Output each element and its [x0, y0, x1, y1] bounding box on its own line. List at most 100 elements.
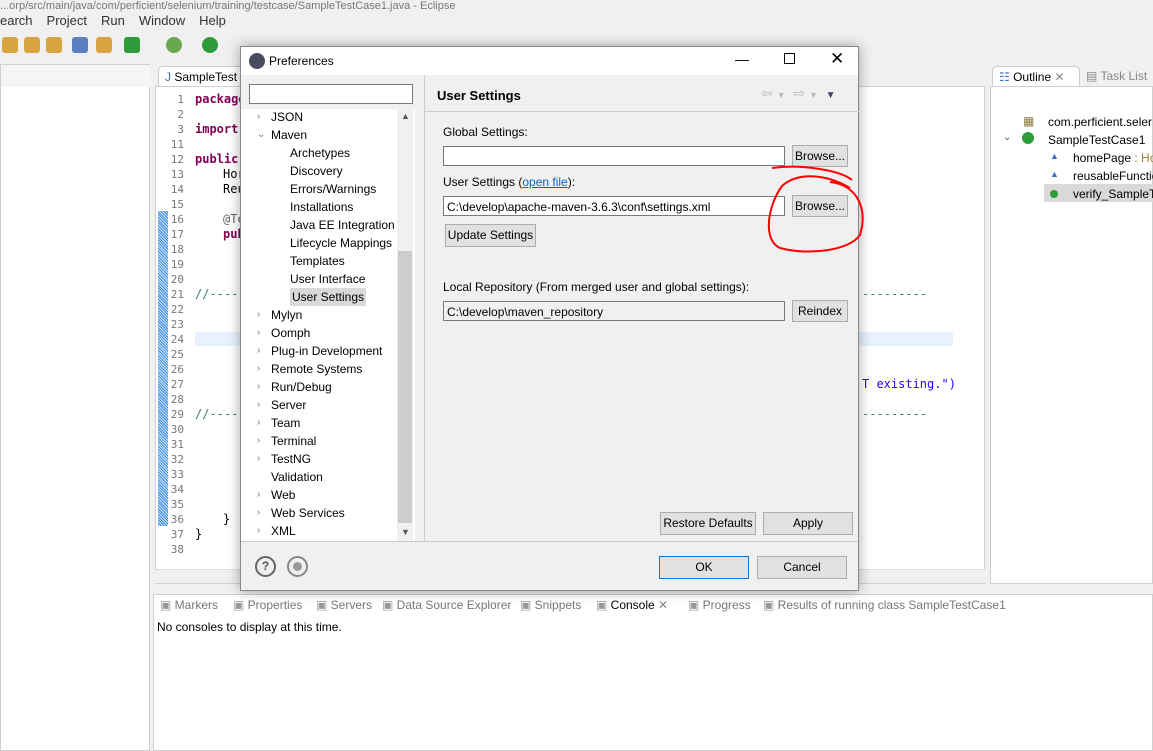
close-icon[interactable]: ✕	[658, 598, 668, 612]
update-settings-button[interactable]: Update Settings	[445, 224, 536, 247]
tree-item-label: User Settings	[290, 288, 367, 306]
tree-item-terminal[interactable]: › Terminal	[241, 432, 401, 450]
menu-project[interactable]: Project	[47, 13, 87, 30]
tree-item-templates[interactable]: Templates	[241, 252, 401, 270]
tree-item-web-services[interactable]: › Web Services	[241, 504, 401, 522]
tab-task-list[interactable]: ▤ Task List	[1086, 69, 1147, 83]
drop-frame-icon[interactable]	[72, 37, 88, 53]
tree-item-oomph[interactable]: › Oomph	[241, 324, 401, 342]
cancel-button[interactable]: Cancel	[757, 556, 847, 579]
tab-properties[interactable]: ▣ Properties	[233, 598, 302, 612]
filter-input[interactable]	[249, 84, 413, 104]
outline-item-homepage[interactable]: homePage : Ho	[1073, 151, 1153, 165]
chevron-right-icon[interactable]: ›	[257, 504, 260, 522]
restore-defaults-button[interactable]: Restore Defaults	[660, 512, 756, 535]
tree-item-team[interactable]: › Team	[241, 414, 401, 432]
chevron-down-icon[interactable]: ⌄	[257, 126, 265, 144]
tree-item-xml[interactable]: › XML	[241, 522, 401, 540]
chevron-right-icon[interactable]: ›	[257, 109, 260, 126]
code-public[interactable]: public	[195, 152, 238, 166]
step-over-icon[interactable]	[24, 37, 40, 53]
outline-item-verify[interactable]: verify_SampleT	[1073, 187, 1153, 201]
debug-icon[interactable]	[166, 37, 182, 53]
tab-outline[interactable]: ☷ Outline ✕	[992, 66, 1080, 86]
chevron-right-icon[interactable]: ›	[257, 396, 260, 414]
tree-item-maven[interactable]: ⌄ Maven	[241, 126, 401, 144]
chevron-down-icon[interactable]: ⌄	[1003, 132, 1011, 143]
ok-button[interactable]: OK	[659, 556, 749, 579]
tab-servers[interactable]: ▣ Servers	[316, 598, 372, 612]
chevron-right-icon[interactable]: ›	[257, 432, 260, 450]
tree-item-errors-warnings[interactable]: Errors/Warnings	[241, 180, 401, 198]
tree-item-installations[interactable]: Installations	[241, 198, 401, 216]
tree-item-json[interactable]: › JSON	[241, 109, 401, 126]
tree-item-java-ee-integration[interactable]: Java EE Integration	[241, 216, 401, 234]
tab-sampletest[interactable]: J SampleTest	[158, 66, 248, 86]
open-file-link[interactable]: open file	[522, 175, 567, 189]
scrollbar-thumb[interactable]	[398, 251, 412, 523]
code-package[interactable]: package	[195, 92, 246, 106]
step-return-icon[interactable]	[46, 37, 62, 53]
reindex-button[interactable]: Reindex	[792, 300, 848, 322]
tree-item-discovery[interactable]: Discovery	[241, 162, 401, 180]
tree-item-user-interface[interactable]: User Interface	[241, 270, 401, 288]
tree-item-testng[interactable]: › TestNG	[241, 450, 401, 468]
user-settings-input[interactable]: C:\develop\apache-maven-3.6.3\conf\setti…	[443, 196, 785, 216]
chevron-right-icon[interactable]: ›	[257, 342, 260, 360]
tab-markers[interactable]: ▣ Markers	[160, 598, 218, 612]
maximize-button[interactable]	[784, 53, 795, 64]
menu-earch[interactable]: earch	[0, 13, 33, 30]
code-comment-21[interactable]: //-----	[195, 287, 246, 301]
tree-item-remote-systems[interactable]: › Remote Systems	[241, 360, 401, 378]
coverage-icon[interactable]	[124, 37, 140, 53]
chevron-right-icon[interactable]: ›	[257, 378, 260, 396]
tree-item-plug-in-development[interactable]: › Plug-in Development	[241, 342, 401, 360]
divider	[241, 541, 858, 542]
help-icon[interactable]: ?	[255, 556, 276, 577]
chevron-right-icon[interactable]: ›	[257, 306, 260, 324]
outline-item-class[interactable]: SampleTestCase1	[1048, 133, 1145, 147]
tree-item-web[interactable]: › Web	[241, 486, 401, 504]
chevron-right-icon[interactable]: ›	[257, 414, 260, 432]
outline-item-package[interactable]: com.perficient.seler	[1048, 115, 1152, 129]
tab-progress[interactable]: ▣ Progress	[688, 598, 751, 612]
tree-item-run-debug[interactable]: › Run/Debug	[241, 378, 401, 396]
apply-button[interactable]: Apply	[763, 512, 853, 535]
chevron-right-icon[interactable]: ›	[257, 486, 260, 504]
step-icon[interactable]	[2, 37, 18, 53]
close-icon[interactable]: ✕	[1054, 70, 1064, 84]
code-comment-29[interactable]: //-----	[195, 407, 246, 421]
tab-results-of-running-class-sampl[interactable]: ▣ Results of running class SampleTestCas…	[763, 598, 1006, 612]
tree-item-archetypes[interactable]: Archetypes	[241, 144, 401, 162]
code-string[interactable]: T existing.")	[862, 377, 956, 391]
global-settings-input[interactable]	[443, 146, 785, 166]
tree-item-server[interactable]: › Server	[241, 396, 401, 414]
minimize-button[interactable]: —	[735, 51, 749, 67]
history-nav[interactable]: ⇦ ▼ ⇨ ▼ ▼	[761, 85, 836, 102]
code-brace-36[interactable]: }	[223, 512, 230, 526]
tree-item-mylyn[interactable]: › Mylyn	[241, 306, 401, 324]
chevron-right-icon[interactable]: ›	[257, 450, 260, 468]
chevron-right-icon[interactable]: ›	[257, 324, 260, 342]
tree-item-validation[interactable]: Validation	[241, 468, 401, 486]
tree-scrollbar[interactable]: ▲ ▼	[397, 109, 413, 541]
tab-data-source-explorer[interactable]: ▣ Data Source Explorer	[382, 598, 511, 612]
tab-console[interactable]: ▣ Console ✕	[596, 598, 668, 612]
menu-window[interactable]: Window	[139, 13, 185, 30]
chevron-right-icon[interactable]: ›	[257, 360, 260, 378]
menu-run[interactable]: Run	[101, 13, 125, 30]
tab-snippets[interactable]: ▣ Snippets	[520, 598, 581, 612]
chevron-right-icon[interactable]: ›	[257, 522, 260, 540]
import-export-icon[interactable]	[287, 556, 308, 577]
sash[interactable]	[424, 75, 425, 541]
tree-item-label: XML	[271, 524, 296, 538]
close-button[interactable]: ✕	[830, 49, 844, 69]
code-import[interactable]: import	[195, 122, 238, 136]
run-icon[interactable]	[202, 37, 218, 53]
menu-help[interactable]: Help	[199, 13, 226, 30]
outline-item-reusable[interactable]: reusableFunctio	[1073, 169, 1153, 183]
use-step-filters-icon[interactable]	[96, 37, 112, 53]
code-brace-37[interactable]: }	[195, 527, 202, 541]
tree-item-lifecycle-mappings[interactable]: Lifecycle Mappings	[241, 234, 401, 252]
tree-item-user-settings[interactable]: User Settings	[241, 288, 401, 306]
